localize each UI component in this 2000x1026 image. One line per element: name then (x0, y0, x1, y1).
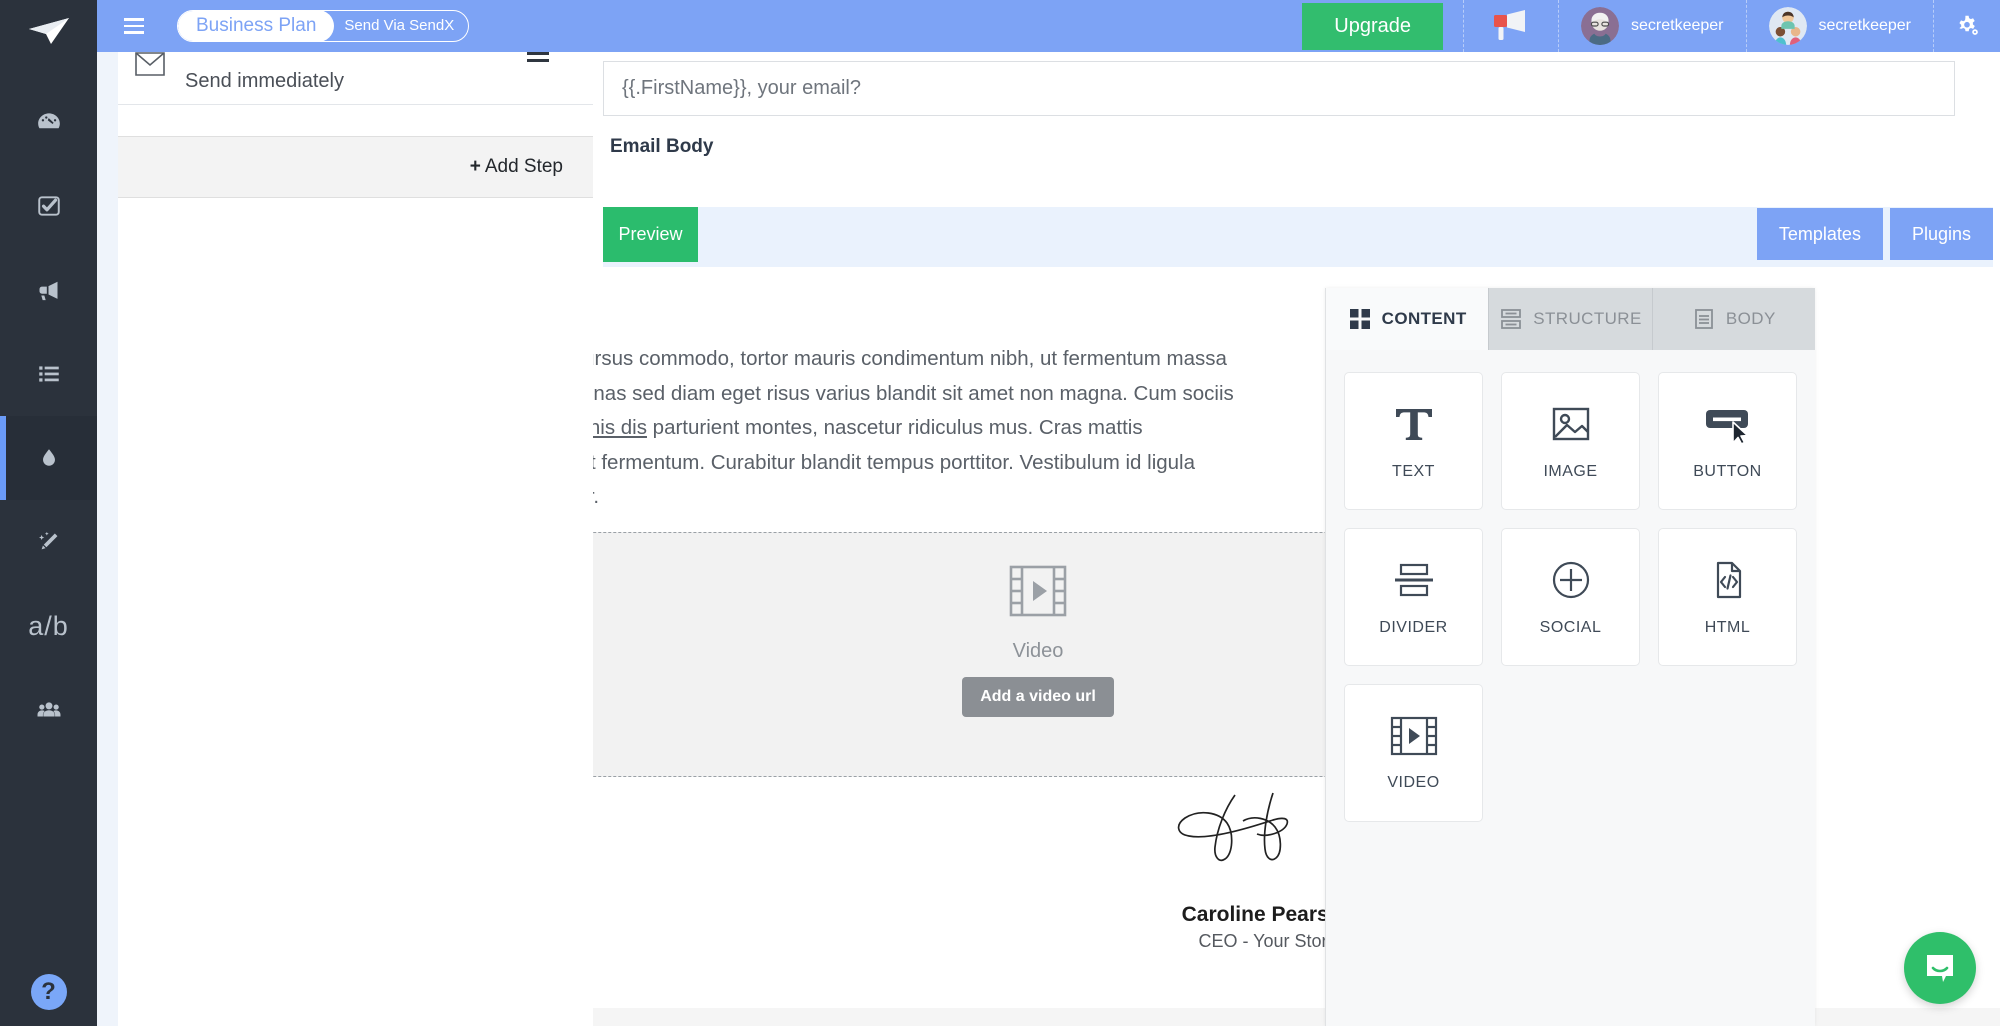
tab-structure[interactable]: STRUCTURE (1489, 288, 1653, 350)
tile-label: IMAGE (1543, 463, 1598, 480)
grid-squares-icon (1349, 309, 1370, 329)
top-bar: Business Plan Send Via SendX Upgrade sec… (97, 0, 2000, 52)
video-film-icon (1009, 565, 1067, 622)
sequence-gutter (97, 52, 118, 1026)
plus-icon: + (469, 156, 481, 177)
user-account-label: secretkeeper (1631, 17, 1724, 34)
tile-label: BUTTON (1693, 463, 1762, 480)
primary-sidebar: a/b ? (0, 0, 97, 1026)
tab-structure-label: STRUCTURE (1533, 309, 1642, 328)
sidebar-item-tasks[interactable] (0, 164, 97, 248)
image-icon (1552, 407, 1589, 441)
sidebar-item-dashboard[interactable] (0, 80, 97, 164)
content-blocks-panel: CONTENT STRUCTURE BODY TEXT IMAGE BUTTON… (1325, 288, 1815, 1026)
hamburger-icon[interactable] (111, 18, 157, 34)
body-link[interactable]: enatibus et magnis dis (593, 416, 647, 439)
body-line-2: net risus. Maecenas sed diam eget risus … (593, 381, 1234, 405)
sidebar-item-contacts[interactable] (0, 668, 97, 752)
sidebar-item-label: a/b (28, 610, 69, 641)
body-line-4: ur purus sit amet fermentum. Curabitur b… (593, 450, 1196, 474)
plugins-button[interactable]: Plugins (1889, 208, 1993, 260)
video-placeholder-label: Video (1012, 640, 1064, 662)
megaphone-icon (1494, 10, 1525, 40)
workspace-menu[interactable]: secretkeeper (1745, 0, 1934, 52)
app-root: a/b ? Business Plan Send Via SendX Upgra… (0, 0, 2000, 1026)
sidebar-items: a/b (0, 62, 97, 752)
tile-button[interactable]: BUTTON (1658, 372, 1797, 510)
video-film-icon (1390, 716, 1437, 756)
subject-value: {{.FirstName}}, your email? (622, 77, 861, 99)
tab-content[interactable]: CONTENT (1326, 288, 1490, 350)
tile-label: TEXT (1392, 463, 1435, 480)
editor-toolbar-right: Templates Plugins (1756, 208, 1993, 260)
avatar (1768, 7, 1807, 45)
plus-circle-icon (1552, 561, 1589, 599)
content-block-tiles: TEXT IMAGE BUTTON DIVIDER SOCIAL HTML VI… (1326, 350, 1815, 844)
intercom-chat-icon (1927, 955, 1953, 982)
panel-tabs: CONTENT STRUCTURE BODY (1326, 288, 1815, 350)
settings-button[interactable] (1933, 0, 2000, 52)
tile-image[interactable]: IMAGE (1501, 372, 1640, 510)
tile-text[interactable]: TEXT (1344, 372, 1483, 510)
sidebar-item-drip[interactable] (0, 416, 97, 500)
user-account-menu[interactable]: secretkeeper (1558, 0, 1746, 52)
email-body-heading: Email Body (610, 136, 714, 157)
plan-badge[interactable]: Business Plan Send Via SendX (177, 10, 470, 42)
sequence-step-label: Send immediately (185, 70, 344, 92)
upgrade-button[interactable]: Upgrade (1302, 2, 1443, 50)
sidebar-item-campaigns[interactable] (0, 248, 97, 332)
help-button-wrap: ? (0, 974, 97, 1010)
tile-divider[interactable]: DIVIDER (1344, 528, 1483, 666)
templates-button[interactable]: Templates (1756, 208, 1883, 260)
button-cursor-icon (1705, 410, 1748, 445)
drag-handle-icon[interactable] (527, 52, 549, 62)
body-line-1: ibus, tellus ac cursus commodo, tortor m… (593, 347, 1227, 370)
tile-label: SOCIAL (1539, 619, 1602, 636)
tab-content-label: CONTENT (1381, 309, 1467, 328)
divider-icon (1394, 563, 1433, 597)
tile-label: VIDEO (1387, 774, 1440, 791)
tab-body[interactable]: BODY (1652, 288, 1815, 350)
tile-label: DIVIDER (1379, 619, 1448, 636)
add-video-url-button[interactable]: Add a video url (962, 677, 1114, 717)
sequence-step-card[interactable]: Send immediately (118, 52, 593, 105)
code-file-icon (1716, 561, 1741, 599)
rows-layout-icon (1501, 309, 1522, 329)
tile-video[interactable]: VIDEO (1344, 684, 1483, 822)
plan-name-label: Business Plan (178, 11, 335, 41)
body-line-3: parturient montes, nascetur ridiculus mu… (646, 416, 1143, 439)
editor-toolbar: Preview Templates Plugins (603, 207, 1993, 267)
add-step-label: Add Step (484, 156, 563, 177)
document-lines-icon (1695, 309, 1713, 329)
text-t-icon (1395, 409, 1432, 440)
envelope-icon (135, 52, 165, 81)
tile-html[interactable]: HTML (1658, 528, 1797, 666)
send-via-label: Send Via SendX (344, 17, 455, 34)
avatar (1581, 7, 1619, 45)
body-line-5: euismod semper. (593, 485, 600, 508)
sidebar-item-ab-testing[interactable]: a/b (0, 584, 97, 668)
help-button[interactable]: ? (30, 974, 67, 1010)
tab-body-label: BODY (1725, 309, 1776, 328)
announcements-button[interactable] (1463, 0, 1558, 52)
sequence-empty-area (118, 198, 593, 1026)
chat-launcher-button[interactable] (1904, 932, 1976, 1004)
tile-social[interactable]: SOCIAL (1501, 528, 1640, 666)
sidebar-item-lists[interactable] (0, 332, 97, 416)
preview-button[interactable]: Preview (603, 207, 698, 262)
app-logo[interactable] (0, 0, 97, 62)
subject-input[interactable]: {{.FirstName}}, your email? (603, 61, 1955, 116)
sidebar-item-automation[interactable] (0, 500, 97, 584)
add-step-button[interactable]: + Add Step (118, 136, 593, 198)
gear-icon (1959, 15, 1978, 35)
workspace-label: secretkeeper (1818, 17, 1912, 34)
tile-label: HTML (1704, 619, 1751, 636)
